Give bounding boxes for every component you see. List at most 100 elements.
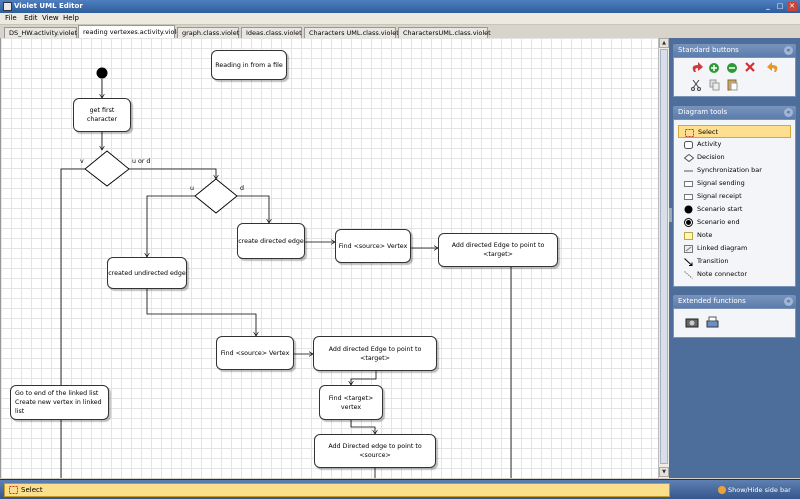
transition-icon [684,258,693,266]
decision-icon [684,154,694,162]
tool-signal-receipt[interactable]: Signal receipt [678,190,791,203]
activity-node[interactable]: Add directed Edge to point to <target> [438,233,558,267]
document-tab-bar: DS_HW.activity.violet reading vertexes.a… [0,25,800,38]
menu-file[interactable]: File [5,14,17,22]
edge-label-v: v [80,158,84,165]
activity-node[interactable]: created undirected edge [107,257,187,289]
scroll-up-button[interactable]: ▲ [659,38,669,48]
window-title-bar: Violet UML Editor _ □ ✕ [0,0,800,13]
scenario-start-icon [684,205,693,214]
delete-icon[interactable] [745,62,755,72]
cut-icon[interactable] [691,79,701,91]
edge-label-u-or-d: u or d [132,158,151,165]
app-icon [3,2,12,11]
activity-icon [684,141,693,149]
decision-node-1[interactable] [84,150,130,187]
decision-node-2[interactable] [194,178,238,214]
tab-ideas[interactable]: Ideas.class.violet [241,27,302,38]
signal-receipt-icon [684,194,693,200]
signal-sending-icon [684,181,693,187]
vertical-scrollbar[interactable]: ▲ ▼ [658,38,669,478]
print-icon[interactable] [706,316,719,328]
tool-linked-diagram[interactable]: Linked diagram [678,242,791,255]
current-tool-status: Select [4,483,670,497]
tool-activity[interactable]: Activity [678,138,791,151]
menu-view[interactable]: View [42,14,59,22]
note-icon [684,232,693,240]
diagram-tools-panel: Select Activity Decision Synchronization… [673,119,796,287]
extended-functions-panel [673,308,796,338]
current-tool-label: Select [21,486,43,494]
tab-reading-vertexes[interactable]: reading vertexes.activity.violet [78,25,183,38]
tool-select[interactable]: Select [678,125,791,138]
tool-transition[interactable]: Transition [678,255,791,268]
tool-note-connector[interactable]: Note connector [678,268,791,281]
menu-bar: File Edit View Help [0,13,800,25]
camera-icon[interactable] [685,318,699,328]
tool-label: Select [698,128,719,136]
tool-label: Note [697,231,713,239]
copy-icon[interactable] [709,79,720,91]
zoom-out-icon[interactable] [727,63,737,73]
toggle-sidebar-label: Show/Hide side bar [728,486,791,494]
maximize-button[interactable]: □ [775,2,785,11]
standard-buttons-header[interactable]: Standard buttons « [673,44,796,57]
activity-node[interactable]: create directed edge [237,223,305,259]
tab-ds-hw[interactable]: DS_HW.activity.violet [4,27,77,38]
tool-label: Synchronization bar [697,166,762,174]
close-button[interactable]: ✕ [787,2,797,11]
undo-icon[interactable] [692,62,703,72]
edge-label-u: u [190,185,194,192]
extended-functions-title: Extended functions [678,297,746,305]
redo-icon[interactable] [767,62,778,72]
activity-node[interactable]: get first character [73,98,131,132]
activity-node[interactable]: Find <source> Vertex [216,336,294,370]
tool-label: Scenario start [697,205,743,213]
scenario-start-node[interactable] [96,67,108,79]
activity-node[interactable]: Add directed Edge to point to <target> [313,336,437,371]
tool-scenario-end[interactable]: Scenario end [678,216,791,229]
tool-label: Transition [697,257,729,265]
toggle-sidebar-button[interactable]: Show/Hide side bar [718,483,791,497]
scroll-thumb[interactable] [660,49,668,464]
extended-functions-header[interactable]: Extended functions « [673,295,796,308]
tool-label: Signal receipt [697,192,742,200]
activity-node[interactable]: Find <target> vertex [319,385,383,420]
tab-characters-uml-1[interactable]: Characters UML.class.violet [304,27,399,38]
collapse-icon[interactable]: « [784,46,793,55]
select-icon [685,129,694,137]
window-title: Violet UML Editor [14,2,83,10]
diagram-tools-title: Diagram tools [678,108,728,116]
scenario-end-icon [684,218,693,227]
collapse-icon[interactable]: « [784,297,793,306]
tool-label: Decision [697,153,725,161]
note-connector-icon [684,271,693,279]
diagram-tools-header[interactable]: Diagram tools « [673,106,796,119]
minimize-button[interactable]: _ [763,2,773,11]
activity-node[interactable]: Reading in from a file [211,50,287,80]
zoom-in-icon[interactable] [709,63,719,73]
standard-buttons-title: Standard buttons [678,46,739,54]
activity-node[interactable]: Add Directed edge to point to <source> [314,434,436,468]
select-icon [9,486,18,494]
diagram-canvas[interactable]: v u or d u d Reading in from a file get … [0,38,658,478]
tool-synchronization-bar[interactable]: Synchronization bar [678,164,791,177]
tool-decision[interactable]: Decision [678,151,791,164]
scroll-down-button[interactable]: ▼ [659,467,669,477]
activity-node[interactable]: Go to end of the linked list Create new … [10,385,109,420]
standard-buttons-panel [673,57,796,97]
tool-note[interactable]: Note [678,229,791,242]
menu-help[interactable]: Help [63,14,79,22]
tab-characters-uml-2[interactable]: CharactersUML.class.violet [398,27,491,38]
tool-signal-sending[interactable]: Signal sending [678,177,791,190]
paste-icon[interactable] [727,79,738,91]
tool-scenario-start[interactable]: Scenario start [678,203,791,216]
status-bar: Select Show/Hide side bar [0,479,800,499]
linked-diagram-icon [684,245,693,253]
sidebar-splitter-handle[interactable] [669,208,672,222]
tab-graph[interactable]: graph.class.violet [177,27,239,38]
tool-label: Note connector [697,270,748,278]
activity-node[interactable]: Find <source> Vertex [335,229,411,263]
collapse-icon[interactable]: « [784,108,793,117]
menu-edit[interactable]: Edit [24,14,38,22]
